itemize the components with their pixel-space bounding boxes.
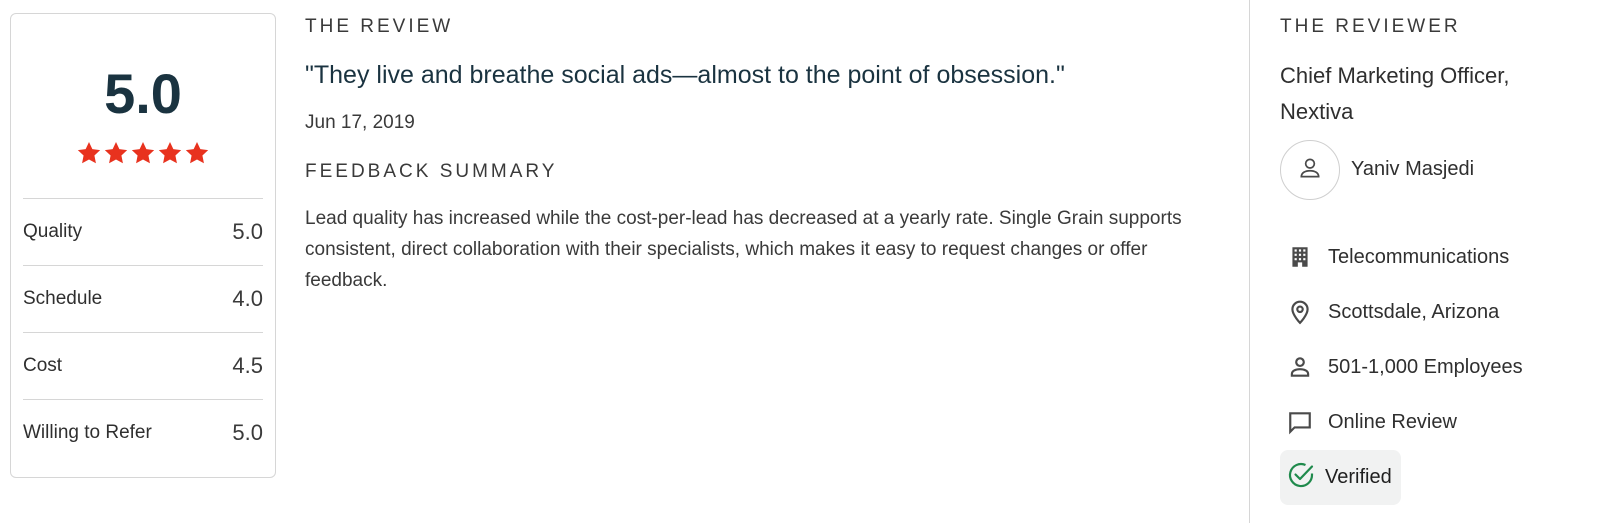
reviewer-title: Chief Marketing Officer, Nextiva (1280, 63, 1510, 124)
score-row-quality: Quality 5.0 (23, 198, 263, 265)
star-icon (76, 140, 102, 166)
detail-text: Online Review (1328, 410, 1457, 433)
review-date: Jun 17, 2019 (305, 112, 415, 133)
check-circle-icon (1286, 460, 1316, 495)
star-icon (184, 140, 210, 166)
detail-company-size: 501-1,000 Employees (1280, 347, 1523, 387)
user-icon (1297, 155, 1323, 186)
star-icon (157, 140, 183, 166)
star-rating (11, 140, 275, 171)
category-scores: Quality 5.0 Schedule 4.0 Cost 4.5 Willin… (23, 198, 263, 466)
score-row-willing-to-refer: Willing to Refer 5.0 (23, 399, 263, 466)
score-value: 4.0 (232, 286, 263, 311)
overall-score: 5.0 (104, 62, 182, 125)
score-label: Schedule (23, 288, 103, 309)
feedback-summary-text: Lead quality has increased while the cos… (305, 208, 1182, 291)
detail-location: Scottsdale, Arizona (1280, 292, 1499, 332)
column-divider (1249, 0, 1250, 523)
detail-text: Scottsdale, Arizona (1328, 300, 1500, 323)
feedback-summary-heading: FEEDBACK SUMMARY (305, 161, 558, 182)
detail-review-type: Online Review (1280, 402, 1457, 442)
score-value: 4.5 (232, 353, 263, 378)
person-icon (1280, 347, 1320, 387)
detail-text: Telecommunications (1328, 245, 1510, 268)
verified-badge: Verified (1280, 450, 1401, 505)
score-label: Cost (23, 355, 63, 376)
verified-label: Verified (1325, 466, 1392, 488)
star-icon (130, 140, 156, 166)
score-row-schedule: Schedule 4.0 (23, 265, 263, 332)
score-value: 5.0 (232, 420, 263, 445)
building-icon (1280, 237, 1320, 277)
score-label: Willing to Refer (23, 422, 152, 443)
score-label: Quality (23, 221, 83, 242)
review-quote: "They live and breathe social ads—almost… (305, 61, 1065, 89)
location-pin-icon (1280, 292, 1320, 332)
reviewer-heading: THE REVIEWER (1280, 16, 1461, 37)
star-icon (103, 140, 129, 166)
chat-bubble-icon (1280, 402, 1320, 442)
rating-card: 5.0 Quality 5.0 Schedule 4.0 Cost 4.5 Wi… (10, 13, 276, 478)
avatar (1280, 140, 1340, 200)
reviewer-name: Yaniv Masjedi (1351, 158, 1475, 180)
score-row-cost: Cost 4.5 (23, 332, 263, 399)
detail-industry: Telecommunications (1280, 237, 1509, 277)
detail-text: 501-1,000 Employees (1328, 355, 1523, 378)
score-value: 5.0 (232, 219, 263, 244)
review-heading: THE REVIEW (305, 16, 454, 37)
